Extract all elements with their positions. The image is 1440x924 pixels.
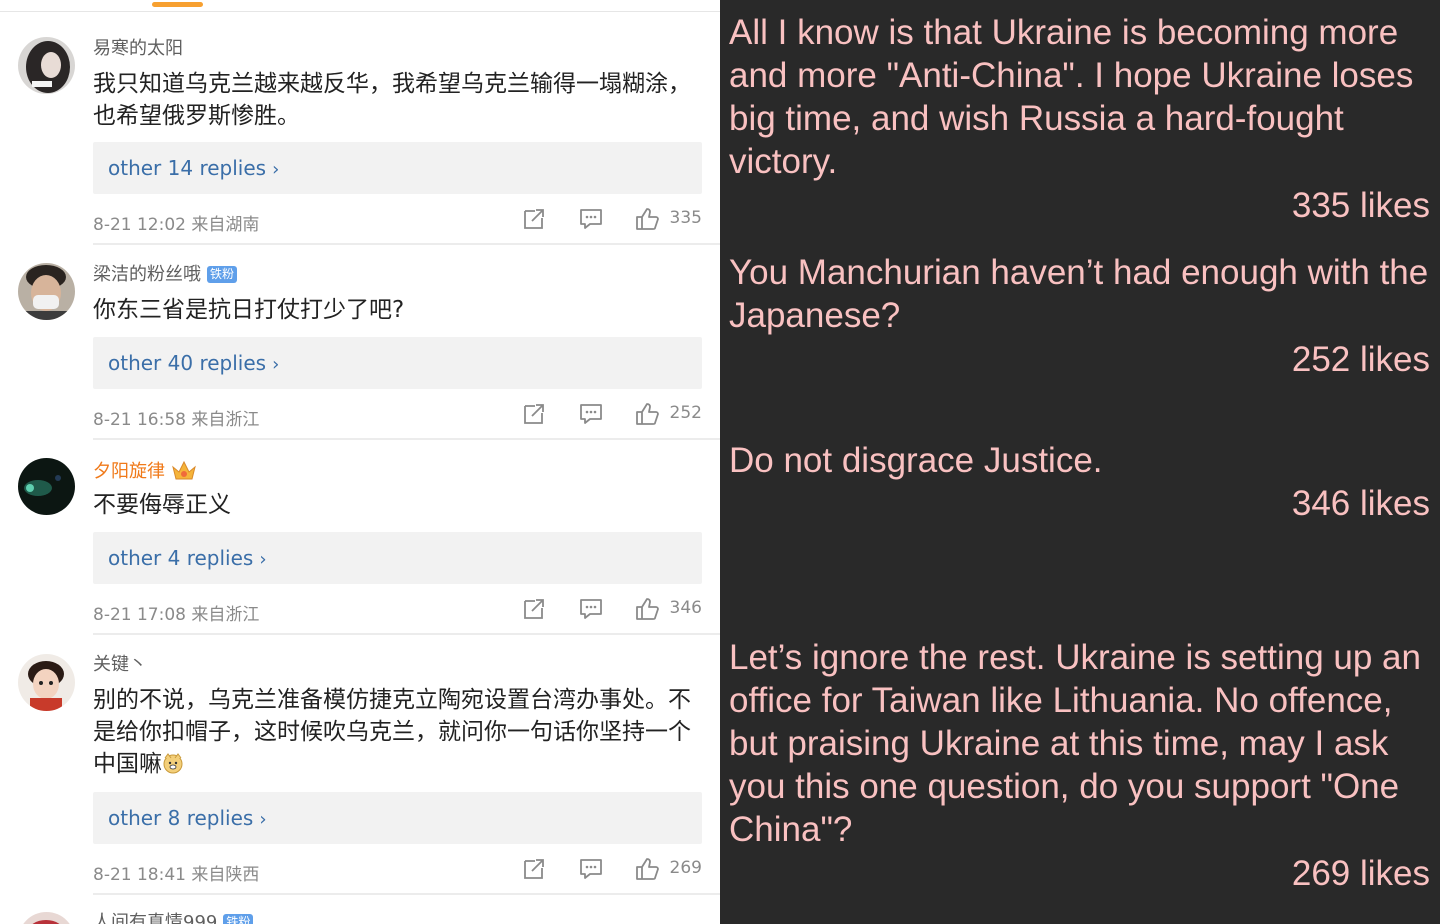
like-count: 252	[669, 403, 702, 423]
repost-icon[interactable]	[522, 857, 546, 881]
like-count: 346	[669, 598, 702, 618]
username-text: 夕阳旋律	[93, 461, 165, 482]
location: 来自湖南	[191, 215, 260, 235]
translation-text: Let’s ignore the rest. Ukraine is settin…	[729, 638, 1421, 849]
translation-likes: 335 likes	[1291, 186, 1430, 225]
username-text: 梁洁的粉丝哦	[93, 264, 201, 285]
fan-badge: 铁粉	[223, 914, 254, 924]
avatar[interactable]	[18, 37, 75, 94]
thumbs-up-icon[interactable]	[635, 857, 659, 881]
comment-text: 别的不说，乌克兰准备模仿捷克立陶宛设置台湾办事处。不是给你扣帽子，这时候吹乌克兰…	[93, 684, 703, 780]
more-replies-link[interactable]: other 40 replies ›	[108, 351, 279, 375]
translation-likes: 252 likes	[1291, 340, 1430, 379]
comment-feed: 易寒的太阳 我只知道乌克兰越来越反华，我希望乌克兰输得一塌糊涂，也希望俄罗斯惨胜…	[0, 0, 720, 924]
more-replies-link[interactable]: other 8 replies ›	[108, 806, 267, 830]
action-bar: 252	[522, 402, 702, 428]
divider	[93, 633, 720, 635]
username-text: 人间有真情999	[93, 912, 218, 924]
avatar[interactable]	[18, 458, 75, 515]
like-count: 269	[669, 858, 702, 878]
chevron-right-icon: ›	[272, 159, 280, 180]
translation-likes: 346 likes	[1291, 484, 1430, 523]
replies-label: other 40 replies	[108, 351, 267, 375]
timestamp: 8-21 18:41	[93, 865, 186, 885]
username[interactable]: 关键丶	[93, 654, 147, 676]
action-bar: 269	[522, 857, 702, 883]
replies-label: other 8 replies	[108, 806, 254, 830]
location: 来自浙江	[191, 410, 260, 430]
thumbs-up-icon[interactable]	[635, 207, 659, 231]
replies-box[interactable]: other 40 replies ›	[93, 337, 702, 389]
action-bar: 346	[522, 597, 702, 623]
username[interactable]: 夕阳旋律	[93, 459, 197, 483]
divider	[93, 893, 720, 895]
chevron-right-icon: ›	[259, 809, 267, 830]
avatar[interactable]	[18, 654, 75, 711]
replies-box[interactable]: other 8 replies ›	[93, 792, 702, 844]
translation-text: All I know is that Ukraine is becoming m…	[729, 13, 1414, 181]
replies-box[interactable]: other 4 replies ›	[93, 532, 702, 584]
username[interactable]: 梁洁的粉丝哦 铁粉	[93, 264, 238, 286]
replies-box[interactable]: other 14 replies ›	[93, 142, 702, 194]
repost-icon[interactable]	[522, 402, 546, 426]
like-count: 335	[669, 208, 702, 228]
translation-text: You Manchurian haven’t had enough with t…	[729, 253, 1429, 335]
thumbs-up-icon[interactable]	[635, 402, 659, 426]
translation-text: Do not disgrace Justice.	[729, 441, 1103, 480]
comment-text: 你东三省是抗日打仗打少了吧?	[93, 297, 405, 323]
thumbs-up-icon[interactable]	[635, 597, 659, 621]
comment-text: 不要侮辱正义	[93, 492, 231, 518]
doge-emoji	[163, 753, 183, 774]
comment-icon[interactable]	[579, 597, 603, 621]
location: 来自陕西	[191, 865, 260, 885]
chevron-right-icon: ›	[272, 354, 280, 375]
timestamp: 8-21 16:58	[93, 410, 186, 430]
translation-panel: All I know is that Ukraine is becoming m…	[720, 0, 1440, 924]
active-tab-indicator	[152, 2, 203, 7]
divider	[93, 438, 720, 440]
comment-meta: 8-21 18:41 来自陕西	[93, 860, 259, 885]
comment-text: 我只知道乌克兰越来越反华，我希望乌克兰输得一塌糊涂，也希望俄罗斯惨胜。	[93, 71, 691, 129]
avatar[interactable]	[18, 912, 75, 924]
translation-likes: 269 likes	[1291, 854, 1430, 893]
divider	[0, 11, 720, 12]
comment-meta: 8-21 16:58 来自浙江	[93, 405, 259, 430]
timestamp: 8-21 17:08	[93, 605, 186, 625]
replies-label: other 4 replies	[108, 546, 254, 570]
comment-icon[interactable]	[579, 857, 603, 881]
timestamp: 8-21 12:02	[93, 215, 186, 235]
username[interactable]: 易寒的太阳	[93, 38, 183, 60]
more-replies-link[interactable]: other 4 replies ›	[108, 546, 267, 570]
comment-meta: 8-21 12:02 来自湖南	[93, 210, 259, 235]
comment-meta: 8-21 17:08 来自浙江	[93, 600, 259, 625]
more-replies-link[interactable]: other 14 replies ›	[108, 156, 279, 180]
comment-icon[interactable]	[579, 207, 603, 231]
avatar[interactable]	[18, 263, 75, 320]
chevron-right-icon: ›	[259, 549, 267, 570]
repost-icon[interactable]	[522, 597, 546, 621]
replies-label: other 14 replies	[108, 156, 267, 180]
location: 来自浙江	[191, 605, 260, 625]
username[interactable]: 人间有真情999 铁粉	[93, 912, 254, 924]
crown-icon	[172, 460, 196, 480]
fan-badge: 铁粉	[207, 266, 238, 283]
action-bar: 335	[522, 207, 702, 233]
divider	[93, 243, 720, 245]
repost-icon[interactable]	[522, 207, 546, 231]
comment-icon[interactable]	[579, 402, 603, 426]
